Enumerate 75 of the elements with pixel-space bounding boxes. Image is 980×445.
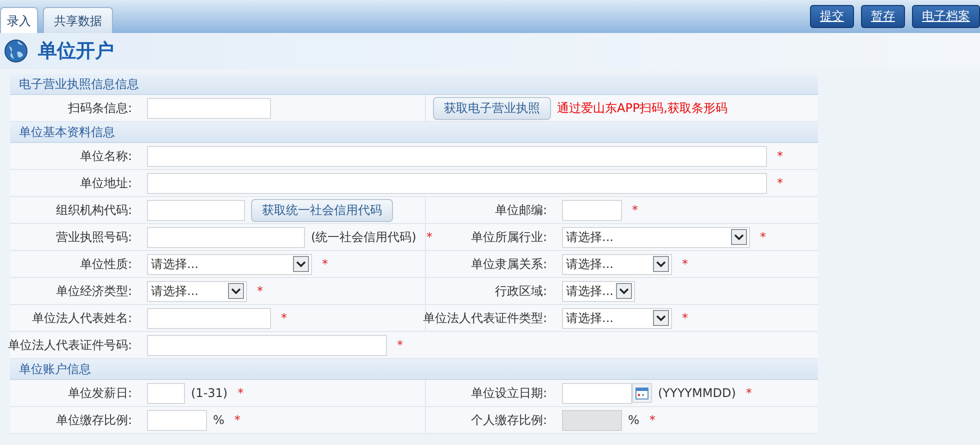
field-label: 个人缴存比例:: [470, 412, 547, 428]
field-label: 单位缴存比例:: [56, 412, 132, 428]
globe-icon: [4, 39, 28, 63]
field-label: 单位邮编:: [494, 202, 547, 218]
text-field[interactable]: [562, 200, 622, 220]
tab[interactable]: 共享数据: [43, 7, 113, 33]
field-label: 单位性质:: [80, 256, 132, 272]
text-field[interactable]: [147, 98, 271, 118]
chevron-down-icon: [616, 283, 632, 299]
required-mark: *: [760, 230, 766, 244]
tab[interactable]: 录入: [0, 7, 38, 33]
section-header: 单位账户信息: [10, 359, 818, 380]
field-label: 单位名称:: [80, 148, 132, 164]
required-mark: *: [682, 257, 688, 271]
field-label: 单位所属行业:: [470, 228, 547, 246]
required-mark: *: [682, 311, 688, 325]
required-mark: *: [257, 284, 263, 298]
chevron-down-icon: [653, 310, 669, 326]
required-mark: *: [234, 413, 240, 427]
field-label: 单位经济类型:: [56, 282, 132, 300]
text-field[interactable]: [147, 410, 207, 430]
page-title: 单位开户: [38, 39, 114, 64]
format-hint: (1-31): [191, 386, 228, 400]
format-hint: (统一社会信用代码): [311, 228, 416, 246]
section-header: 电子营业执照信息信息: [10, 74, 818, 95]
field-label: 单位地址:: [80, 174, 132, 192]
text-field[interactable]: [147, 226, 305, 248]
select-field[interactable]: 请选择...: [562, 226, 750, 248]
text-field[interactable]: [147, 172, 767, 194]
chevron-down-icon: [293, 256, 309, 272]
field-label: 行政区域:: [494, 282, 547, 300]
field-label: 组织机构代码:: [56, 202, 132, 218]
fetch-button[interactable]: 获取电子营业执照: [433, 96, 551, 120]
select-field[interactable]: 请选择...: [562, 280, 636, 302]
date-field[interactable]: [562, 382, 632, 404]
required-mark: *: [238, 386, 244, 400]
chevron-down-icon: [228, 283, 244, 299]
field-label: 单位发薪日:: [68, 384, 132, 402]
fetch-button[interactable]: 获取统一社会信用代码: [251, 198, 393, 222]
required-mark: *: [777, 176, 783, 190]
chevron-down-icon: [653, 256, 669, 272]
section-header: 单位基本资料信息: [10, 122, 818, 143]
field-label: 单位法人代表证件号码:: [8, 336, 132, 354]
text-field[interactable]: [147, 382, 185, 404]
select-field[interactable]: 请选择...: [147, 280, 247, 302]
toolbar-button[interactable]: 提交: [810, 5, 854, 28]
required-mark: *: [632, 203, 638, 217]
text-field[interactable]: [147, 200, 245, 220]
select-field[interactable]: 请选择...: [562, 308, 672, 328]
format-hint: %: [628, 413, 640, 427]
format-hint: (YYYYMMDD): [658, 386, 736, 400]
field-label: 单位法人代表证件类型:: [422, 310, 547, 326]
select-field[interactable]: 请选择...: [562, 254, 672, 274]
required-mark: *: [281, 311, 287, 325]
required-mark: *: [397, 338, 403, 352]
required-mark: *: [426, 230, 432, 244]
text-field[interactable]: [147, 146, 767, 166]
required-mark: *: [322, 257, 328, 271]
field-label: 单位设立日期:: [470, 384, 547, 402]
required-mark: *: [649, 413, 656, 427]
field-label: 单位法人代表姓名:: [32, 310, 132, 326]
calendar-icon[interactable]: [632, 383, 652, 403]
chevron-down-icon: [731, 229, 747, 245]
format-hint: %: [213, 413, 224, 427]
text-field[interactable]: [147, 334, 387, 356]
field-label: 营业执照号码:: [56, 228, 132, 246]
select-field[interactable]: 请选择...: [147, 254, 312, 274]
toolbar-button[interactable]: 电子档案: [912, 5, 980, 28]
scan-hint: 通过爱山东APP扫码,获取条形码: [557, 100, 728, 116]
toolbar-button[interactable]: 暂存: [861, 5, 905, 28]
text-field[interactable]: [147, 308, 271, 328]
required-mark: *: [746, 386, 752, 400]
field-label: 单位隶属关系:: [470, 256, 547, 272]
required-mark: *: [777, 149, 783, 163]
field-label: 扫码条信息:: [68, 100, 132, 116]
